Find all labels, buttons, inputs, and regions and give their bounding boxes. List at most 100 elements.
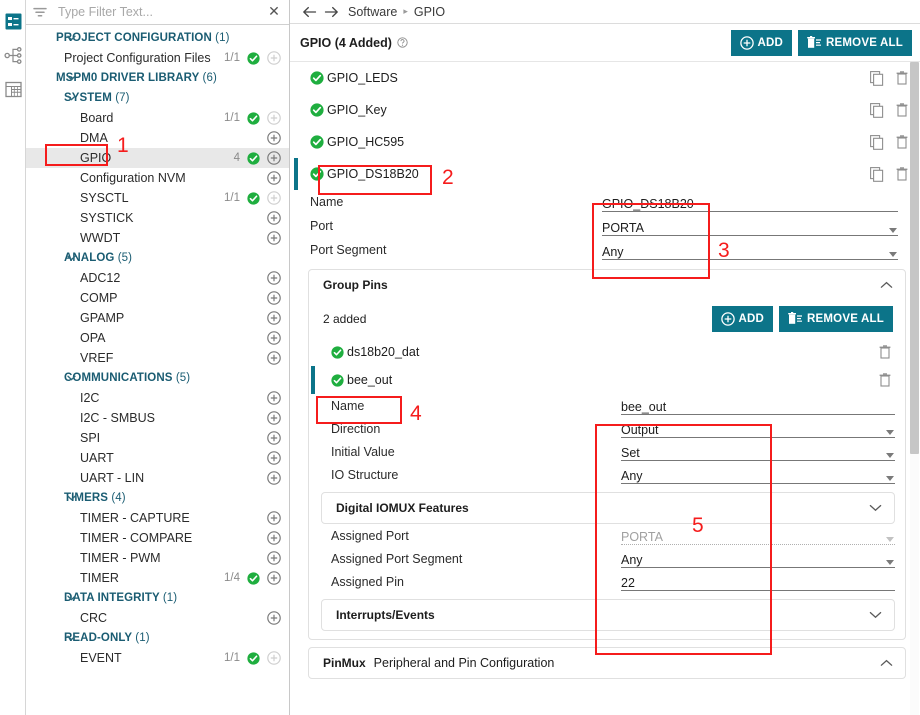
breadcrumb-gpio[interactable]: GPIO xyxy=(414,5,445,19)
breadcrumb-software[interactable]: Software xyxy=(348,5,397,19)
remove-all-button[interactable]: REMOVE ALL xyxy=(798,29,912,56)
tree-group-analog[interactable]: ANALOG (5) xyxy=(26,248,289,268)
tree-group-timers[interactable]: TIMERS (4) xyxy=(26,488,289,508)
add-button[interactable]: ADD xyxy=(730,29,793,56)
pin-name-field[interactable]: bee_out xyxy=(621,396,895,415)
tree-group-communications[interactable]: COMMUNICATIONS (5) xyxy=(26,368,289,388)
add-module-icon[interactable] xyxy=(263,651,285,665)
chevron-down-icon[interactable] xyxy=(64,375,78,381)
sidebar-item-configuration-nvm[interactable]: Configuration NVM xyxy=(26,168,289,188)
dataflow-graph-icon[interactable] xyxy=(0,38,26,72)
sidebar-item-timer[interactable]: TIMER 1/4 xyxy=(26,568,289,588)
forward-arrow-icon[interactable] xyxy=(320,6,342,18)
sidebar-item-vref[interactable]: VREF xyxy=(26,348,289,368)
chevron-down-icon[interactable] xyxy=(64,255,78,261)
add-pin-button[interactable]: ADD xyxy=(711,306,774,332)
sidebar-item-timer-capture[interactable]: TIMER - CAPTURE xyxy=(26,508,289,528)
device-view-icon[interactable] xyxy=(0,4,26,38)
tree-group-data-integrity[interactable]: DATA INTEGRITY (1) xyxy=(26,588,289,608)
sidebar-item-crc[interactable]: CRC xyxy=(26,608,289,628)
sidebar-item-board[interactable]: Board 1/1 xyxy=(26,108,289,128)
delete-instance-button[interactable] xyxy=(896,103,908,117)
add-module-icon[interactable] xyxy=(263,151,285,165)
interrupts-events-header[interactable]: Interrupts/Events xyxy=(322,600,894,630)
name-field[interactable]: GPIO_DS18B20 xyxy=(602,193,898,212)
tree-group-system[interactable]: SYSTEM (7) xyxy=(26,88,289,108)
sidebar-item-uart-lin[interactable]: UART - LIN xyxy=(26,468,289,488)
add-module-icon[interactable] xyxy=(263,571,285,585)
add-module-icon[interactable] xyxy=(263,191,285,205)
assigned-port-segment-field[interactable]: Any xyxy=(621,549,895,568)
sidebar-item-timer-compare[interactable]: TIMER - COMPARE xyxy=(26,528,289,548)
assigned-port-field[interactable]: PORTA xyxy=(621,526,895,545)
gpio-instance-row[interactable]: GPIO_DS18B20 xyxy=(290,158,920,190)
sidebar-item-i2c-smbus[interactable]: I2C - SMBUS xyxy=(26,408,289,428)
sidebar-item-uart[interactable]: UART xyxy=(26,448,289,468)
chevron-down-icon[interactable] xyxy=(886,430,894,435)
tree-group-read-only[interactable]: READ-ONLY (1) xyxy=(26,628,289,648)
tree-group-project-configuration[interactable]: PROJECT CONFIGURATION (1) xyxy=(26,28,289,48)
chevron-up-icon[interactable] xyxy=(880,656,893,670)
add-module-icon[interactable] xyxy=(263,431,285,445)
sidebar-item-gpio[interactable]: GPIO 4 xyxy=(26,148,289,168)
add-module-icon[interactable] xyxy=(263,111,285,125)
sidebar-item-adc12[interactable]: ADC12 xyxy=(26,268,289,288)
chevron-down-icon[interactable] xyxy=(64,635,78,641)
vertical-scrollbar[interactable] xyxy=(910,62,919,715)
pin-row[interactable]: bee_out xyxy=(309,366,905,394)
sidebar-item-i2c[interactable]: I2C xyxy=(26,388,289,408)
sidebar-item-wwdt[interactable]: WWDT xyxy=(26,228,289,248)
chevron-down-icon[interactable] xyxy=(869,501,882,515)
add-module-icon[interactable] xyxy=(263,171,285,185)
chevron-down-icon[interactable] xyxy=(889,251,897,257)
digital-iomux-header[interactable]: Digital IOMUX Features xyxy=(322,493,894,523)
sidebar-item-comp[interactable]: COMP xyxy=(26,288,289,308)
add-module-icon[interactable] xyxy=(263,271,285,285)
pin-initial-value-field[interactable]: Set xyxy=(621,442,895,461)
chevron-down-icon[interactable] xyxy=(64,95,78,101)
sidebar-item-spi[interactable]: SPI xyxy=(26,428,289,448)
chevron-down-icon[interactable] xyxy=(869,608,882,622)
pinmux-header[interactable]: PinMux Peripheral and Pin Configuration xyxy=(309,648,905,678)
chevron-down-icon[interactable] xyxy=(886,453,894,458)
copy-instance-button[interactable] xyxy=(870,102,884,118)
add-module-icon[interactable] xyxy=(263,311,285,325)
assigned-pin-field[interactable]: 22 xyxy=(621,572,895,591)
gpio-instance-row[interactable]: GPIO_LEDS xyxy=(290,62,920,94)
vertical-scroll-thumb[interactable] xyxy=(910,62,919,454)
sidebar-item-systick[interactable]: SYSTICK xyxy=(26,208,289,228)
add-module-icon[interactable] xyxy=(263,51,285,65)
sidebar-item-dma[interactable]: DMA xyxy=(26,128,289,148)
back-arrow-icon[interactable] xyxy=(298,6,320,18)
add-module-icon[interactable] xyxy=(263,411,285,425)
tree-group-mspm0-driver-library[interactable]: MSPM0 DRIVER LIBRARY (6) xyxy=(26,68,289,88)
sidebar-item-event[interactable]: EVENT 1/1 xyxy=(26,648,289,668)
group-pins-header[interactable]: Group Pins xyxy=(309,270,905,300)
add-module-icon[interactable] xyxy=(263,551,285,565)
clear-icon[interactable]: ✕ xyxy=(265,5,283,19)
gpio-instance-row[interactable]: GPIO_HC595 xyxy=(290,126,920,158)
chevron-down-icon[interactable] xyxy=(64,35,78,41)
chevron-down-icon[interactable] xyxy=(886,476,894,481)
sidebar-item-sysctl[interactable]: SYSCTL 1/1 xyxy=(26,188,289,208)
add-module-icon[interactable] xyxy=(263,291,285,305)
chevron-down-icon[interactable] xyxy=(886,537,894,542)
register-table-icon[interactable] xyxy=(0,72,26,106)
pin-direction-field[interactable]: Output xyxy=(621,419,895,438)
copy-instance-button[interactable] xyxy=(870,70,884,86)
delete-pin-button[interactable] xyxy=(879,373,891,387)
delete-pin-button[interactable] xyxy=(879,345,891,359)
sidebar-item-opa[interactable]: OPA xyxy=(26,328,289,348)
chevron-down-icon[interactable] xyxy=(64,595,78,601)
chevron-down-icon[interactable] xyxy=(64,75,78,81)
add-module-icon[interactable] xyxy=(263,351,285,365)
port-segment-field[interactable]: Any xyxy=(602,241,898,260)
add-module-icon[interactable] xyxy=(263,211,285,225)
chevron-down-icon[interactable] xyxy=(64,495,78,501)
delete-instance-button[interactable] xyxy=(896,135,908,149)
gpio-instance-row[interactable]: GPIO_Key xyxy=(290,94,920,126)
help-icon[interactable] xyxy=(397,37,408,48)
add-module-icon[interactable] xyxy=(263,531,285,545)
delete-instance-button[interactable] xyxy=(896,71,908,85)
sidebar-item-timer-pwm[interactable]: TIMER - PWM xyxy=(26,548,289,568)
